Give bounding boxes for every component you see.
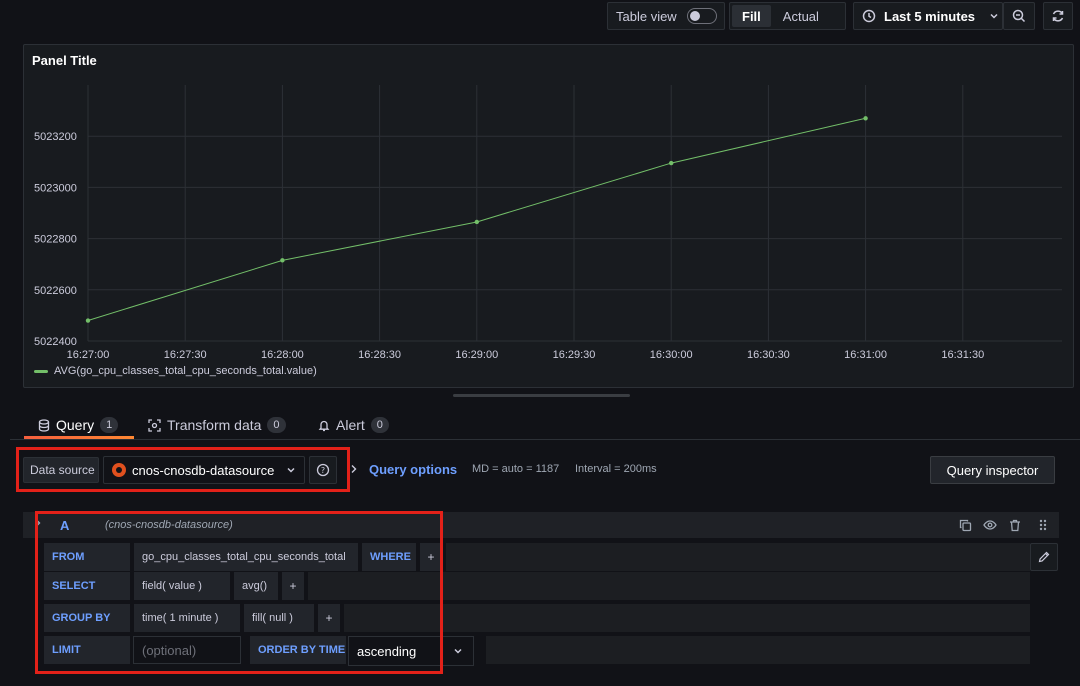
data-point: [863, 116, 868, 121]
y-tick-label: 5023000: [34, 182, 77, 194]
y-tick-label: 5023200: [34, 131, 77, 143]
x-tick-label: 16:29:30: [553, 349, 596, 361]
data-point: [669, 160, 674, 166]
from-row-filler: [446, 543, 1030, 571]
tab-query-count: 1: [100, 417, 119, 433]
eye-icon[interactable]: [982, 517, 998, 533]
zoom-out-button[interactable]: [1003, 2, 1035, 30]
query-inspector-button[interactable]: Query inspector: [930, 456, 1055, 484]
x-tick-label: 16:28:30: [358, 349, 401, 361]
clock-icon: [862, 9, 876, 23]
limit-row-filler: [486, 636, 1030, 664]
data-point: [85, 318, 91, 323]
y-tick-label: 5022400: [34, 336, 77, 348]
transform-icon: [148, 418, 161, 432]
duplicate-query-icon[interactable]: [957, 517, 973, 533]
tab-alert-count: 0: [370, 417, 389, 433]
panel-resize-handle[interactable]: [453, 394, 630, 397]
tab-query[interactable]: Query 1: [24, 412, 134, 438]
data-point: [280, 258, 285, 263]
table-view-label: Table view: [616, 8, 677, 24]
toggle-switch[interactable]: [686, 8, 717, 24]
chevron-right-icon[interactable]: [350, 464, 358, 474]
chevron-down-icon: [990, 13, 998, 19]
table-view-toggle[interactable]: Table view: [607, 2, 725, 30]
time-series-chart: 5023200502300050228005022600502240016:27…: [34, 85, 1062, 361]
query-interval: Interval = 200ms: [575, 463, 657, 475]
time-range-label: Last 5 minutes: [884, 8, 976, 24]
refresh-icon: [1052, 10, 1064, 22]
legend-label: AVG(go_cpu_classes_total_cpu_seconds_tot…: [54, 365, 317, 377]
x-tick-label: 16:27:00: [67, 349, 110, 361]
x-tick-label: 16:31:30: [941, 349, 984, 361]
tab-query-label: Query: [56, 417, 95, 433]
trash-icon[interactable]: [1007, 517, 1023, 533]
datasource-highlight-box: [16, 447, 350, 492]
y-tick-label: 5022600: [34, 285, 77, 297]
fill-option[interactable]: Fill: [732, 5, 771, 27]
x-tick-label: 16:29:00: [455, 349, 498, 361]
fill-mode-group: Fill Actual: [729, 2, 846, 30]
query-highlight-box: [35, 511, 443, 674]
tab-transform-data[interactable]: Transform data 0: [148, 412, 286, 438]
bell-icon: [318, 420, 330, 431]
data-point: [474, 219, 479, 225]
tab-alert[interactable]: Alert 0: [318, 412, 389, 438]
tab-alert-label: Alert: [336, 417, 365, 433]
pencil-icon: [1038, 551, 1050, 563]
tab-transform-label: Transform data: [167, 417, 262, 433]
query-options-toggle[interactable]: Query options: [369, 462, 457, 477]
actual-option[interactable]: Actual: [773, 5, 829, 27]
chart-legend[interactable]: AVG(go_cpu_classes_total_cpu_seconds_tot…: [34, 365, 317, 377]
database-icon: [38, 418, 50, 432]
x-tick-label: 16:30:30: [747, 349, 790, 361]
x-tick-label: 16:31:00: [844, 349, 887, 361]
x-tick-label: 16:27:30: [164, 349, 207, 361]
x-tick-label: 16:28:00: [261, 349, 304, 361]
zoom-out-icon: [1012, 9, 1026, 23]
y-tick-label: 5022800: [34, 234, 77, 246]
edit-query-button[interactable]: [1030, 543, 1058, 571]
x-tick-label: 16:30:00: [650, 349, 693, 361]
chevron-down-icon: [454, 648, 462, 654]
drag-handle-icon[interactable]: [1035, 517, 1051, 533]
legend-swatch: [34, 369, 48, 373]
graph-panel: Panel Title 5023200 5023000 5022800 5022600…: [23, 44, 1074, 388]
query-max-data-points: MD = auto = 1187: [472, 463, 560, 475]
groupby-row-filler: [344, 604, 1030, 632]
time-range-picker[interactable]: Last 5 minutes: [853, 2, 1003, 30]
tab-transform-count: 0: [267, 417, 286, 433]
refresh-button[interactable]: [1043, 2, 1073, 30]
